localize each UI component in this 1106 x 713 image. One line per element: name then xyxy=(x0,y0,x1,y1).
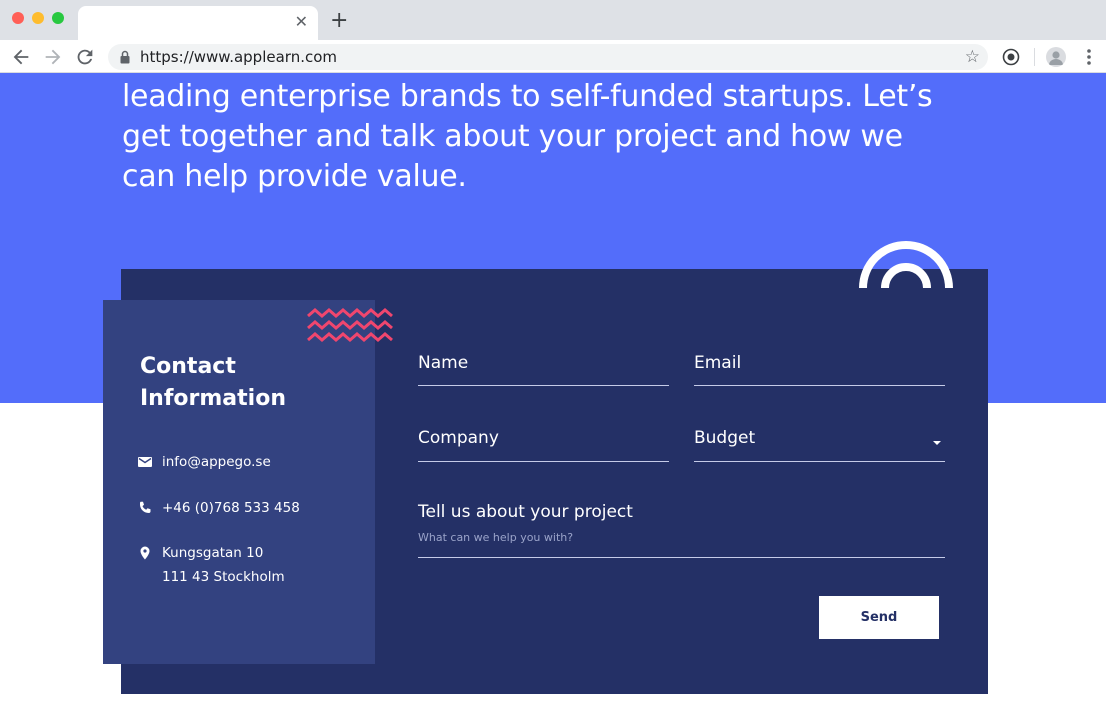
decorative-arc-icon xyxy=(859,241,953,289)
new-tab-button[interactable]: + xyxy=(330,10,348,32)
minimize-window-button[interactable] xyxy=(32,12,44,24)
forward-arrow-icon[interactable] xyxy=(42,46,64,68)
reload-icon[interactable] xyxy=(74,46,96,68)
project-field-label: Tell us about your project xyxy=(418,502,633,522)
zigzag-decoration-icon xyxy=(307,308,393,342)
email-field-label: Email xyxy=(694,353,742,373)
lock-icon xyxy=(120,50,130,64)
name-field[interactable]: Name xyxy=(418,350,669,386)
bookmark-star-icon[interactable]: ☆ xyxy=(965,47,980,67)
close-tab-icon[interactable]: ✕ xyxy=(295,12,308,32)
dropdown-caret-icon xyxy=(933,441,941,445)
budget-select[interactable]: Budget xyxy=(694,425,945,462)
extension-icon[interactable] xyxy=(1002,48,1020,66)
browser-tab[interactable]: ✕ xyxy=(78,6,318,40)
contact-address-row: Kungsgatan 10 111 43 Stockholm xyxy=(138,541,368,591)
contact-address-line2: 111 43 Stockholm xyxy=(162,569,285,585)
hero-text: leading enterprise brands to self-funded… xyxy=(122,79,933,194)
menu-kebab-icon[interactable] xyxy=(1080,46,1098,68)
browser-toolbar: https://www.applearn.com ☆ xyxy=(0,40,1106,73)
project-field-placeholder: What can we help you with? xyxy=(418,531,574,544)
url-text: https://www.applearn.com xyxy=(140,48,337,66)
email-field[interactable]: Email xyxy=(694,350,945,386)
project-textarea[interactable]: Tell us about your project What can we h… xyxy=(418,500,945,558)
browser-tab-bar: ✕ + xyxy=(0,0,1106,40)
close-window-button[interactable] xyxy=(12,12,24,24)
name-field-label: Name xyxy=(418,353,469,373)
toolbar-separator xyxy=(1034,48,1035,66)
send-button[interactable]: Send xyxy=(819,596,939,639)
phone-icon xyxy=(140,501,151,513)
profile-avatar-icon[interactable] xyxy=(1046,47,1066,67)
contact-address-line1: Kungsgatan 10 xyxy=(162,545,264,561)
budget-select-label: Budget xyxy=(694,428,756,448)
company-field-label: Company xyxy=(418,428,499,448)
back-arrow-icon[interactable] xyxy=(10,46,32,68)
company-field[interactable]: Company xyxy=(418,425,669,462)
location-pin-icon xyxy=(140,546,150,560)
contact-phone[interactable]: +46 (0)768 533 458 xyxy=(162,496,300,520)
contact-info-title: Contact Information xyxy=(140,354,286,411)
address-bar[interactable]: https://www.applearn.com ☆ xyxy=(108,44,988,70)
maximize-window-button[interactable] xyxy=(52,12,64,24)
mail-icon xyxy=(138,457,152,467)
contact-email[interactable]: info@appego.se xyxy=(162,450,271,474)
